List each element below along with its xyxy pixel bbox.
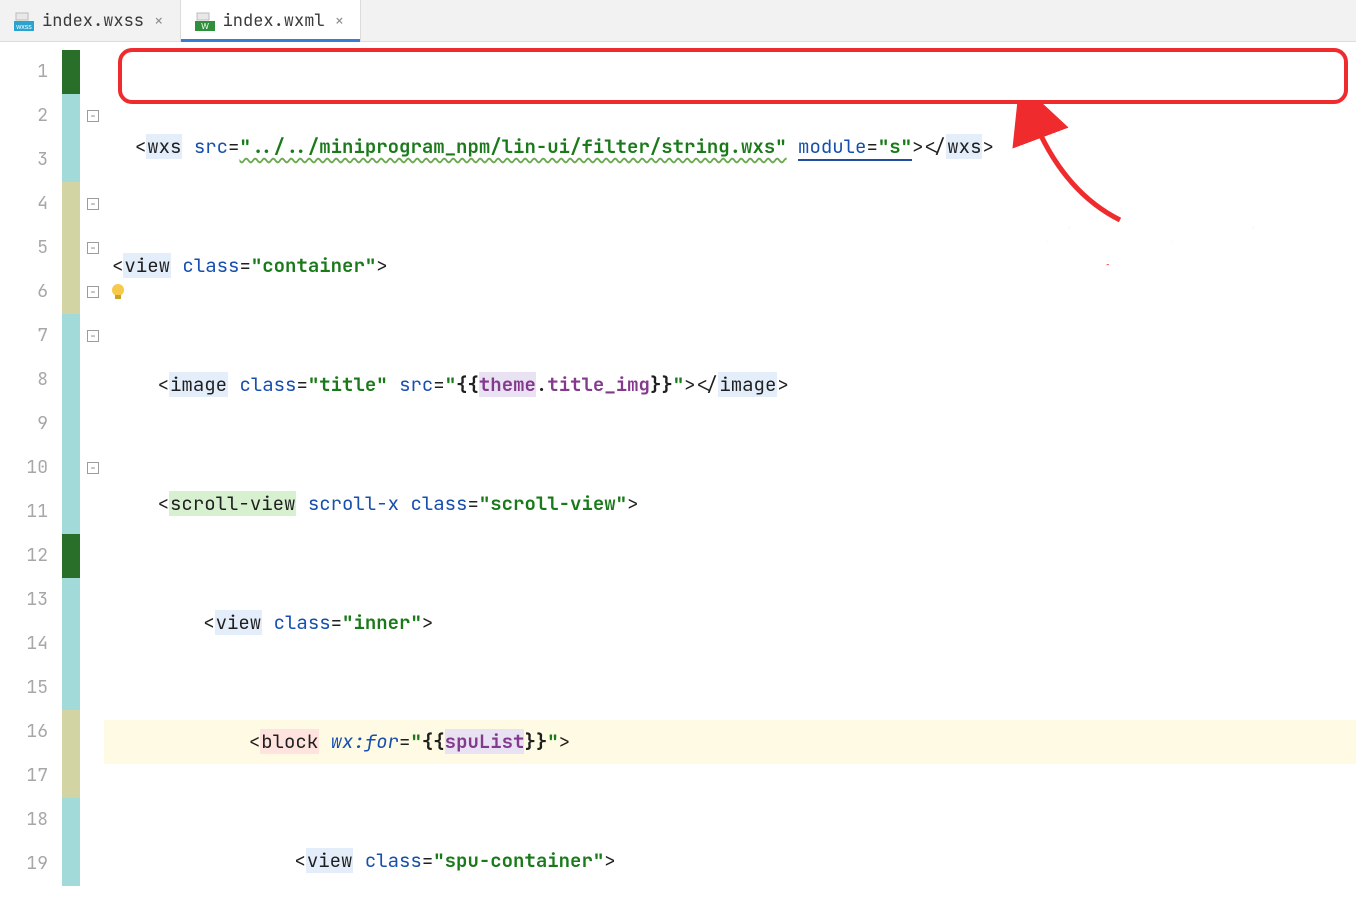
code-line: <view class="inner"> [104, 601, 1356, 645]
change-marker [62, 578, 80, 622]
tab-index-wxml[interactable]: W index.wxml × [181, 0, 362, 41]
close-icon[interactable]: × [333, 10, 347, 31]
line-number: 7 [0, 314, 60, 358]
fold-toggle[interactable]: − [82, 226, 104, 270]
line-number: 19 [0, 842, 60, 886]
change-marker [62, 50, 80, 94]
line-number: 17 [0, 754, 60, 798]
line-number: 13 [0, 578, 60, 622]
fold-toggle[interactable]: − [82, 446, 104, 490]
tab-label: index.wxss [42, 10, 144, 32]
fold-toggle[interactable]: − [82, 94, 104, 138]
code-line: <scroll-view scroll-x class="scroll-view… [104, 482, 1356, 526]
line-number: 16 [0, 710, 60, 754]
change-marker [62, 358, 80, 402]
line-number-gutter: 1 2 3 4 5 6 7 8 9 10 11 12 13 14 15 16 1… [0, 42, 60, 900]
code-line: <block wx:for="{{spuList}}"> [104, 720, 1356, 764]
fold-toggle[interactable]: − [82, 182, 104, 226]
fold-toggle[interactable]: − [82, 270, 104, 314]
svg-text:W: W [201, 22, 209, 31]
tab-label: index.wxml [223, 10, 325, 32]
line-number: 1 [0, 50, 60, 94]
wxml-file-icon: W [195, 11, 215, 31]
change-marker [62, 226, 80, 270]
change-marker [62, 138, 80, 182]
line-number: 9 [0, 402, 60, 446]
change-marker [62, 534, 80, 578]
wxss-file-icon: wxss [14, 11, 34, 31]
line-number: 4 [0, 182, 60, 226]
change-marker [62, 182, 80, 226]
change-marker [62, 622, 80, 666]
change-marker-strip [60, 42, 82, 900]
change-marker [62, 754, 80, 798]
change-marker [62, 402, 80, 446]
line-number: 12 [0, 534, 60, 578]
line-number: 11 [0, 490, 60, 534]
close-icon[interactable]: × [152, 10, 166, 31]
line-number: 14 [0, 622, 60, 666]
change-marker [62, 666, 80, 710]
svg-text:wxss: wxss [15, 24, 32, 31]
line-number: 10 [0, 446, 60, 490]
code-line: <view class="container"> [104, 244, 1356, 288]
change-marker [62, 270, 80, 314]
change-marker [62, 710, 80, 754]
line-number: 5 [0, 226, 60, 270]
line-number: 2 [0, 94, 60, 138]
code-line: <image class="title" src="{{theme.title_… [104, 363, 1356, 407]
fold-gutter: − − − − − − [82, 42, 104, 900]
change-marker [62, 842, 80, 886]
fold-toggle[interactable]: − [82, 314, 104, 358]
line-number: 18 [0, 798, 60, 842]
code-line: <view class="spu-container"> [104, 839, 1356, 883]
change-marker [62, 94, 80, 138]
line-number: 8 [0, 358, 60, 402]
line-number: 15 [0, 666, 60, 710]
change-marker [62, 446, 80, 490]
line-number: 6 [0, 270, 60, 314]
line-number: 3 [0, 138, 60, 182]
code-editor[interactable]: 1 2 3 4 5 6 7 8 9 10 11 12 13 14 15 16 1… [0, 42, 1356, 900]
tab-index-wxss[interactable]: wxss index.wxss × [0, 0, 181, 41]
tab-bar: wxss index.wxss × W index.wxml × [0, 0, 1356, 42]
change-marker [62, 490, 80, 534]
code-line: <wxs src="../../miniprogram_npm/lin-ui/f… [104, 125, 1356, 169]
code-content[interactable]: <wxs src="../../miniprogram_npm/lin-ui/f… [104, 42, 1356, 900]
change-marker [62, 314, 80, 358]
change-marker [62, 798, 80, 842]
